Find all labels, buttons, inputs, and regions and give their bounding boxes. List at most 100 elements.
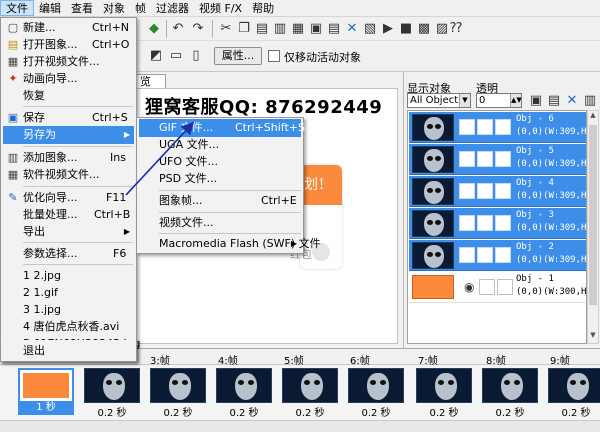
lock-toggle[interactable]: [477, 215, 493, 231]
menu-item-revert[interactable]: 恢复: [3, 87, 134, 105]
menu-item-recent-2[interactable]: 2 1.gif: [3, 284, 134, 302]
frame-paste-icon[interactable]: ▤: [326, 21, 342, 37]
menu-item-open-video[interactable]: ▦ 打开视频文件...: [3, 53, 134, 71]
select-toggle[interactable]: [495, 183, 511, 199]
brush-tool-icon[interactable]: ▭: [168, 48, 184, 64]
visibility-toggle[interactable]: [459, 247, 475, 263]
menu-item-save-frames[interactable]: 图象帧... Ctrl+E: [139, 192, 301, 210]
stop-icon[interactable]: ■: [398, 21, 414, 37]
menu-item-batch[interactable]: 批量处理... Ctrl+B: [3, 206, 134, 224]
properties-button[interactable]: 属性...: [214, 47, 262, 65]
lock-toggle[interactable]: [479, 279, 495, 295]
object-row[interactable]: Obj - 6 (0,0)(W:309,H:: [409, 112, 586, 143]
menu-item-save-ufo[interactable]: UFO 文件...: [139, 153, 301, 171]
menu-item-save-swf[interactable]: Macromedia Flash (SWF) 文件 ▶: [139, 235, 321, 253]
frame-duration[interactable]: 0.2 秒: [482, 404, 538, 419]
visibility-toggle[interactable]: [459, 215, 475, 231]
delete-frame-icon[interactable]: ✕: [344, 21, 360, 37]
frame-thumbnail[interactable]: [150, 368, 206, 403]
object-row[interactable]: ◉ Obj - 1 (0,0)(W:300,H:: [409, 272, 586, 303]
move-active-only-checkbox[interactable]: [268, 50, 280, 62]
menu-item-new[interactable]: ▢ 新建... Ctrl+N: [3, 19, 134, 37]
frame-duration[interactable]: 1 秒: [18, 401, 74, 415]
menu-file[interactable]: 文件: [0, 0, 34, 16]
select-toggle[interactable]: [495, 151, 511, 167]
menu-edit[interactable]: 编辑: [34, 0, 66, 16]
redo-icon[interactable]: ↷: [190, 21, 206, 37]
frame-thumbnail[interactable]: [18, 368, 74, 403]
menu-video-fx[interactable]: 视频 F/X: [194, 0, 247, 16]
scroll-down-icon[interactable]: ▼: [588, 331, 598, 343]
menu-item-recent-1[interactable]: 1 2.jpg: [3, 267, 134, 285]
help-pointer-icon[interactable]: ⁇: [448, 21, 464, 37]
scroll-up-icon[interactable]: ▲: [588, 111, 598, 123]
duplicate-object-icon[interactable]: ▤: [546, 93, 562, 109]
frame-thumbnail[interactable]: [282, 368, 338, 403]
menu-item-save-psd[interactable]: PSD 文件...: [139, 170, 301, 188]
menu-item-save-gif[interactable]: GIF 文件... Ctrl+Shift+S: [139, 119, 305, 137]
visibility-toggle[interactable]: [459, 183, 475, 199]
paste-icon[interactable]: ▤: [254, 21, 270, 37]
lock-toggle[interactable]: [477, 247, 493, 263]
undo-icon[interactable]: ↶: [170, 21, 186, 37]
eye-icon[interactable]: ◉: [464, 280, 474, 294]
cut-icon[interactable]: ✂: [218, 21, 234, 37]
delete-object-icon[interactable]: ✕: [564, 93, 580, 109]
preview-icon[interactable]: ▩: [416, 21, 432, 37]
menu-object[interactable]: 对象: [98, 0, 130, 16]
visibility-toggle[interactable]: [459, 119, 475, 135]
lock-toggle[interactable]: [477, 183, 493, 199]
menu-item-export[interactable]: 导出 ▶: [3, 223, 134, 241]
timeline-scrollbar[interactable]: [0, 420, 600, 432]
select-tool-icon[interactable]: ◩: [148, 48, 164, 64]
lock-toggle[interactable]: [477, 119, 493, 135]
menu-item-optimize-wizard[interactable]: ✎ 优化向导... F11: [3, 189, 134, 207]
frame-thumbnail[interactable]: [416, 368, 472, 403]
copy-icon[interactable]: ❐: [236, 21, 252, 37]
frame-duration[interactable]: 0.2 秒: [84, 404, 140, 419]
frame-thumbnail[interactable]: [348, 368, 404, 403]
visibility-toggle[interactable]: [459, 151, 475, 167]
merge-object-icon[interactable]: ▥: [582, 93, 598, 109]
duplicate-icon[interactable]: ▥: [272, 21, 288, 37]
frame-duration[interactable]: 0.2 秒: [348, 404, 404, 419]
frame-duration[interactable]: 0.2 秒: [416, 404, 472, 419]
menu-item-exit[interactable]: 退出: [3, 342, 134, 360]
scroll-thumb[interactable]: [589, 125, 597, 305]
frame-duration[interactable]: 0.2 秒: [150, 404, 206, 419]
select-toggle[interactable]: [495, 215, 511, 231]
frame-copy-icon[interactable]: ▣: [308, 21, 324, 37]
menu-item-recent-4[interactable]: 4 唐伯虎点秋香.avi: [3, 318, 134, 336]
menu-filter[interactable]: 过滤器: [151, 0, 194, 16]
menu-item-add-video[interactable]: ▦ 软件视频文件...: [3, 166, 134, 184]
object-row[interactable]: Obj - 5 (0,0)(W:309,H:: [409, 144, 586, 175]
menu-item-animation-wizard[interactable]: ✦ 动画向导...: [3, 70, 134, 88]
frame-duration[interactable]: 0.2 秒: [548, 404, 600, 419]
tab-preview[interactable]: 览: [136, 74, 166, 89]
layer-icon[interactable]: ▦: [290, 21, 306, 37]
select-toggle[interactable]: [495, 247, 511, 263]
frame-duration[interactable]: 0.2 秒: [282, 404, 338, 419]
menu-help[interactable]: 帮助: [247, 0, 279, 16]
select-toggle[interactable]: [495, 119, 511, 135]
play-icon[interactable]: ▶: [380, 21, 396, 37]
menu-frame[interactable]: 帧: [130, 0, 151, 16]
object-row[interactable]: Obj - 2 (0,0)(W:309,H:: [409, 240, 586, 271]
menu-item-add-image[interactable]: ▥ 添加图象... Ins: [3, 149, 134, 167]
opacity-spinner[interactable]: 0 ▲▼: [476, 93, 522, 108]
menu-item-save-uga[interactable]: UGA 文件...: [139, 136, 301, 154]
object-list-scrollbar[interactable]: ▲ ▼: [587, 110, 599, 344]
frame-thumbnail[interactable]: [548, 368, 600, 403]
menu-view[interactable]: 查看: [66, 0, 98, 16]
select-toggle[interactable]: [497, 279, 513, 295]
frame-thumbnail[interactable]: [482, 368, 538, 403]
frame-duration[interactable]: 0.2 秒: [216, 404, 272, 419]
paint-icon[interactable]: ◆: [146, 21, 162, 37]
menu-item-save[interactable]: ▣ 保存 Ctrl+S: [3, 109, 134, 127]
add-object-icon[interactable]: ▣: [528, 93, 544, 109]
object-row[interactable]: Obj - 4 (0,0)(W:309,H:: [409, 176, 586, 207]
object-row[interactable]: Obj - 3 (0,0)(W:309,H:: [409, 208, 586, 239]
menu-item-save-video[interactable]: 视频文件...: [139, 214, 301, 232]
frame-thumbnail[interactable]: [84, 368, 140, 403]
lock-toggle[interactable]: [477, 151, 493, 167]
